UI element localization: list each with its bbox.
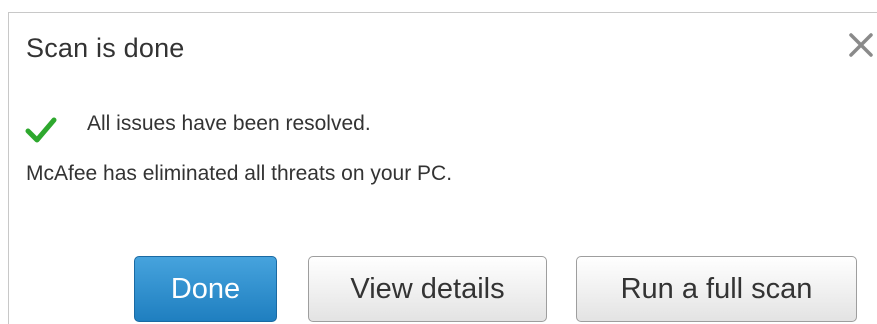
close-icon[interactable] (845, 29, 877, 61)
page: Scan is done All issues have been resolv… (0, 0, 877, 324)
checkmark-icon (25, 115, 57, 145)
run-full-scan-button[interactable]: Run a full scan (576, 256, 857, 322)
view-details-button[interactable]: View details (308, 256, 547, 322)
dialog-title: Scan is done (26, 33, 185, 63)
status-text: All issues have been resolved. (87, 112, 371, 135)
description-text: McAfee has eliminated all threats on you… (26, 162, 453, 185)
scan-complete-dialog: Scan is done All issues have been resolv… (8, 12, 877, 324)
done-button[interactable]: Done (134, 256, 277, 322)
partially-visible-element (0, 0, 114, 12)
